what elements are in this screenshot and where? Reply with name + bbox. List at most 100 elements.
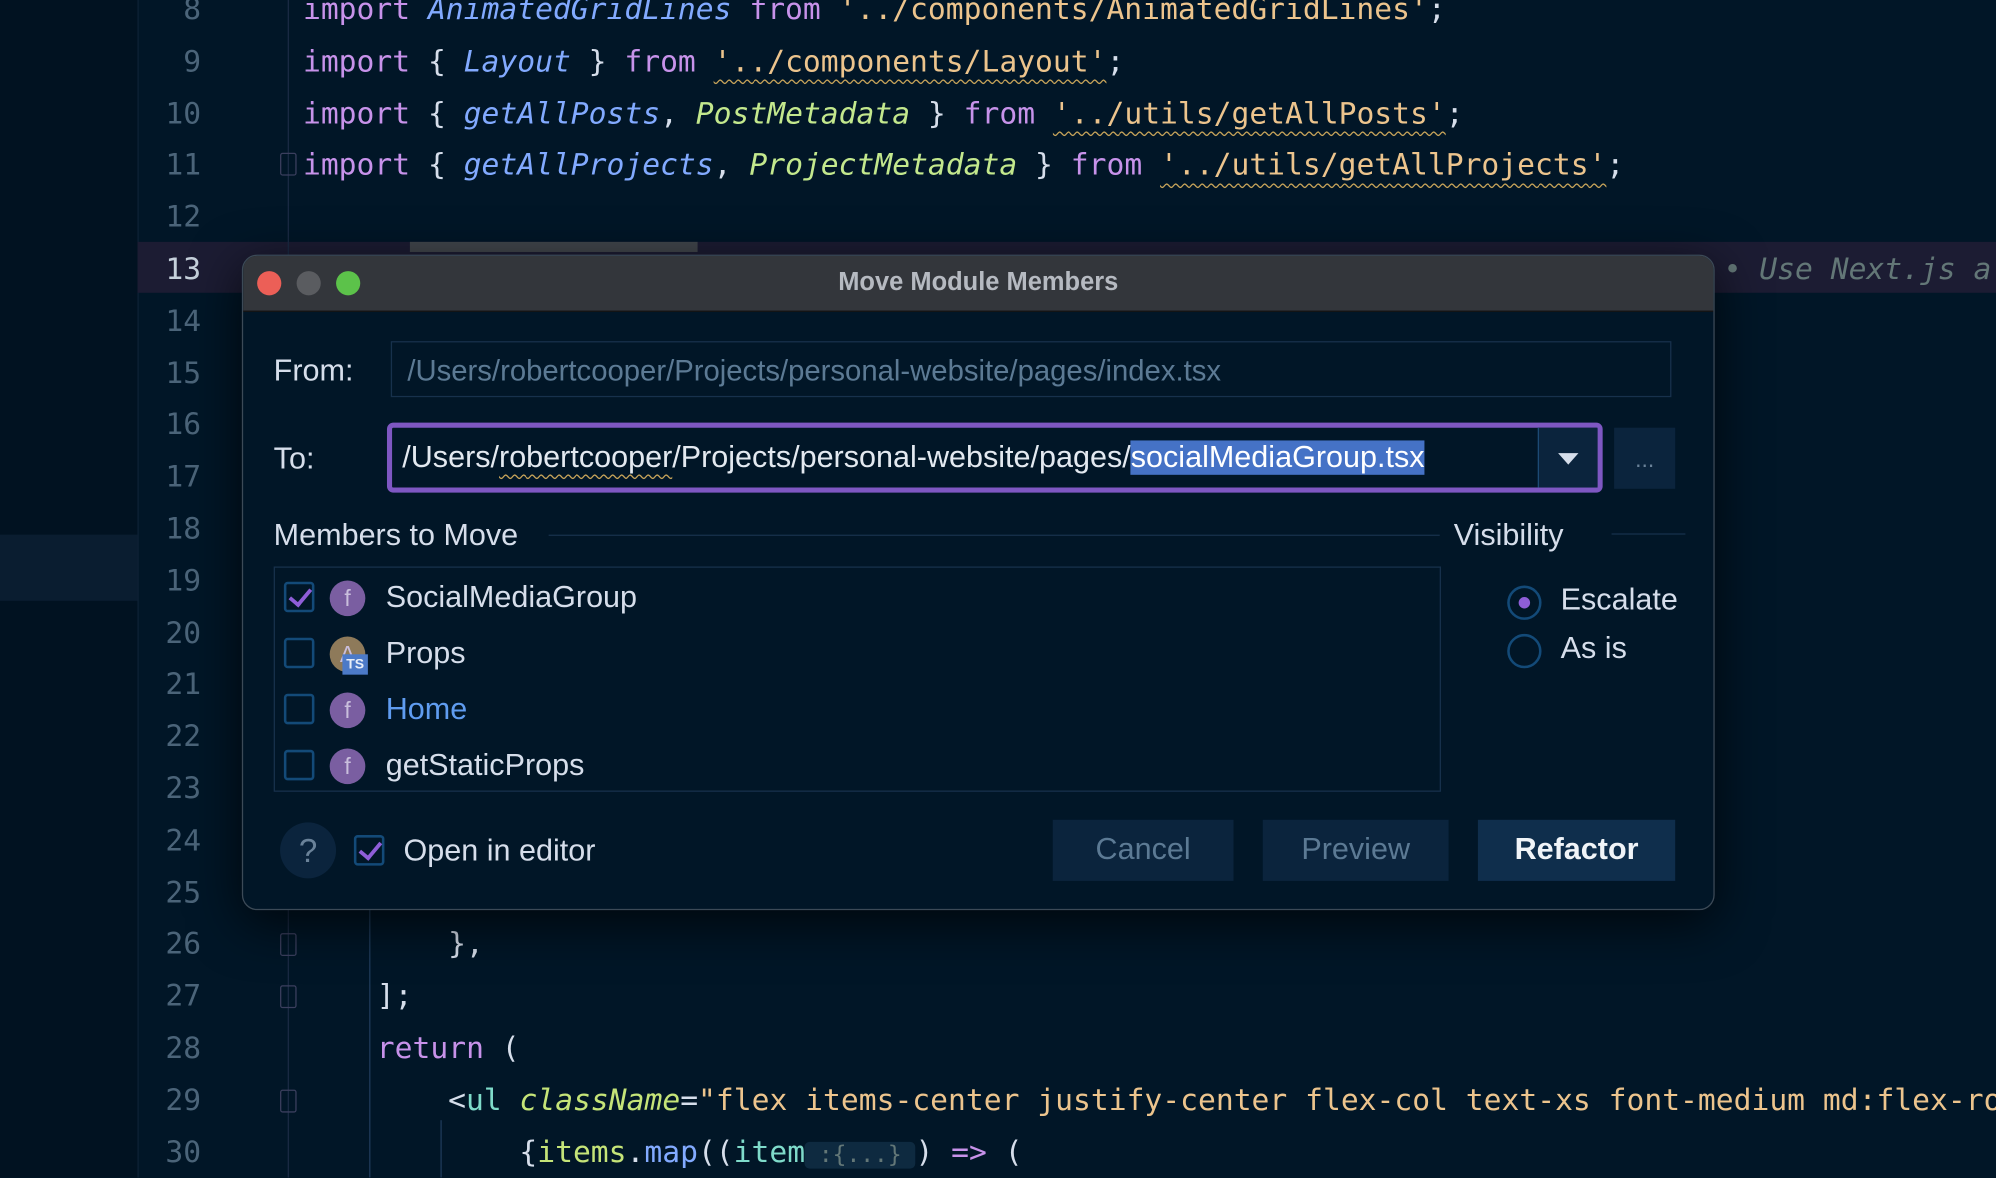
- code-token: getAllProjects: [463, 148, 714, 183]
- refactor-button[interactable]: Refactor: [1477, 819, 1676, 881]
- code-token: from: [749, 0, 839, 27]
- visibility-radio-as-is[interactable]: [1507, 633, 1542, 669]
- member-row[interactable]: f getStaticProps: [275, 737, 1440, 793]
- member-row[interactable]: ATS Props: [275, 625, 1440, 681]
- member-row[interactable]: f SocialMediaGroup: [275, 569, 1440, 625]
- preview-button[interactable]: Preview: [1262, 819, 1449, 881]
- fold-marker-icon[interactable]: [280, 933, 297, 956]
- chevron-down-icon[interactable]: [1537, 427, 1598, 488]
- code-token: '../components/Layout': [713, 44, 1107, 79]
- open-in-editor-checkbox[interactable]: [353, 835, 385, 866]
- code-token: item: [733, 1134, 806, 1170]
- horizontal-scrollbar[interactable]: [409, 241, 698, 253]
- function-icon: f: [329, 580, 366, 617]
- to-path-mid: /Projects/personal-website/pages/: [672, 440, 1131, 475]
- code-token: ];: [376, 979, 413, 1014]
- code-token: ;: [1106, 44, 1125, 79]
- code-token: (: [501, 1031, 520, 1066]
- code-token: ul: [465, 1083, 520, 1118]
- line-number: 16: [165, 407, 202, 443]
- code-token: }: [910, 96, 964, 131]
- visibility-option-label[interactable]: Escalate: [1561, 583, 1678, 619]
- member-checkbox[interactable]: [283, 693, 315, 725]
- members-list: f SocialMediaGroup ATS Props f Home f ge…: [273, 566, 1441, 793]
- code-token: return: [376, 1031, 502, 1066]
- dialog-title: Move Module Members: [838, 268, 1119, 297]
- line-number: 9: [183, 44, 202, 79]
- code-line: return (: [377, 1023, 520, 1075]
- line-number: 19: [165, 563, 202, 599]
- line-number: 15: [165, 355, 202, 391]
- visibility-option-label[interactable]: As is: [1561, 631, 1627, 667]
- to-combobox[interactable]: /Users/robertcooper/Projects/personal-we…: [386, 422, 1603, 493]
- line-number: 24: [165, 823, 202, 858]
- member-checkbox[interactable]: [283, 749, 315, 781]
- fold-marker-icon[interactable]: [280, 1089, 297, 1113]
- code-token: className: [519, 1083, 681, 1118]
- code-token: }: [1017, 148, 1071, 183]
- code-token: ;: [1606, 148, 1625, 183]
- code-token: {: [427, 148, 464, 183]
- from-field: /Users/robertcooper/Projects/personal-we…: [390, 341, 1672, 398]
- code-token: ,: [660, 96, 696, 131]
- member-checkbox[interactable]: [283, 581, 315, 613]
- code-token: ,: [713, 148, 750, 183]
- member-name: Props: [385, 636, 466, 671]
- code-token: '../components/AnimatedGridLines': [838, 0, 1428, 27]
- code-token: (: [1004, 1134, 1023, 1170]
- code-token: "flex items-center justify-center flex-c…: [698, 1083, 1996, 1118]
- code-token: • Use Next.js a: [1723, 252, 1992, 287]
- icon-glyph: f: [344, 585, 351, 612]
- code-token: :{...}: [805, 1141, 916, 1169]
- code-token: from: [624, 44, 714, 79]
- visibility-label: Visibility: [1453, 518, 1564, 553]
- indent-guide: [369, 891, 371, 1178]
- code-token: },: [448, 927, 484, 962]
- code-line: {items.map((item :{...} ) => (: [519, 1127, 1022, 1177]
- left-tool-panel: [0, 0, 139, 1178]
- function-icon: f: [329, 748, 366, 785]
- code-token: ProjectMetadata: [749, 148, 1018, 183]
- browse-button[interactable]: ...: [1614, 427, 1676, 489]
- code-token: <: [448, 1083, 466, 1118]
- line-number: 28: [165, 1031, 202, 1066]
- line-number: 25: [165, 875, 202, 910]
- dialog-titlebar: Move Module Members: [243, 255, 1714, 312]
- to-input[interactable]: /Users/robertcooper/Projects/personal-we…: [402, 428, 1425, 488]
- code-token: ): [915, 1134, 952, 1170]
- member-checkbox[interactable]: [283, 637, 315, 669]
- panel-selected-row: [0, 534, 138, 601]
- line-number: 30: [165, 1134, 202, 1170]
- code-line: <ul className="flex items-center justify…: [448, 1075, 1996, 1127]
- line-number: 10: [165, 96, 202, 131]
- icon-glyph: f: [344, 697, 351, 724]
- code-token: from: [963, 96, 1053, 131]
- line-number: 20: [165, 615, 202, 650]
- code-token: import: [302, 0, 428, 27]
- to-path-selected-filename: socialMediaGroup.tsx: [1130, 440, 1425, 475]
- code-token: import: [302, 148, 428, 183]
- code-token: ;: [1427, 0, 1446, 27]
- icon-glyph: f: [344, 753, 351, 780]
- divider: [548, 534, 1440, 536]
- code-line: import { getAllProjects, ProjectMetadata…: [303, 141, 1624, 193]
- code-token: map: [644, 1134, 698, 1170]
- member-row[interactable]: f Home: [275, 681, 1440, 737]
- line-number: 21: [165, 667, 202, 702]
- cancel-button[interactable]: Cancel: [1052, 819, 1234, 881]
- line-number: 22: [165, 719, 202, 754]
- fold-marker-icon[interactable]: [280, 985, 297, 1009]
- ts-badge: TS: [342, 654, 368, 675]
- move-module-members-dialog: Move Module Members From: /Users/robertc…: [241, 254, 1715, 911]
- visibility-radio-escalate[interactable]: [1507, 585, 1542, 620]
- code-token: '../utils/getAllPosts': [1052, 96, 1446, 131]
- member-name: Home: [385, 692, 468, 727]
- code-token: import: [302, 44, 428, 79]
- fold-marker-icon[interactable]: [280, 152, 297, 176]
- open-in-editor-label[interactable]: Open in editor: [404, 834, 596, 870]
- code-line: import { Layout } from '../components/La…: [303, 37, 1124, 89]
- member-name: SocialMediaGroup: [385, 580, 638, 615]
- code-token: ;: [1445, 96, 1464, 131]
- help-button[interactable]: ?: [280, 822, 337, 879]
- code-line: import AnimatedGridLines from '../compon…: [303, 0, 1446, 37]
